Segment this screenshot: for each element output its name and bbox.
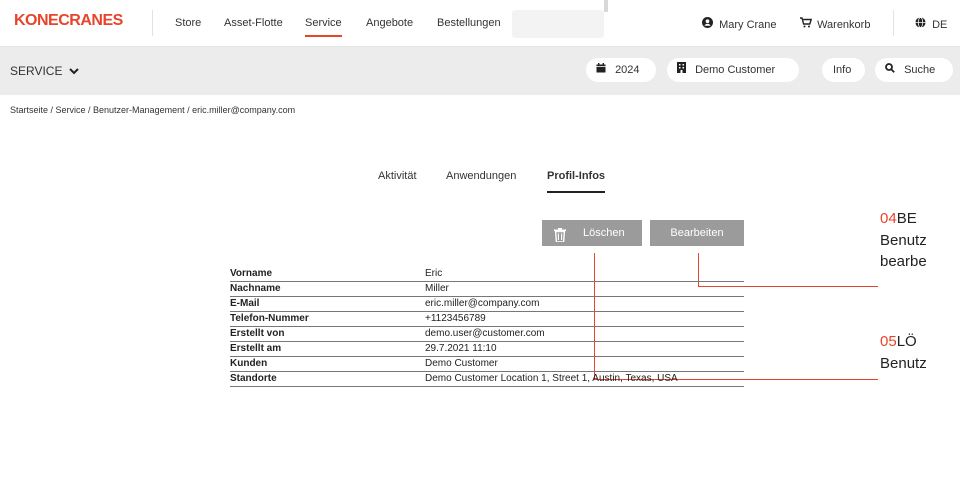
building-icon (677, 62, 686, 76)
cart-link[interactable]: Warenkorb (800, 17, 870, 31)
callout-text: Benutz (880, 355, 927, 372)
section-menu[interactable]: SERVICE (10, 64, 79, 78)
calendar-icon (596, 63, 606, 76)
user-menu[interactable]: Mary Crane (702, 17, 777, 31)
callout-text: Benutz (880, 232, 927, 249)
table-row: E-Mail eric.miller@company.com (230, 296, 744, 312)
info-button[interactable]: Info (822, 58, 865, 82)
cart-icon (800, 17, 814, 31)
field-value: eric.miller@company.com (425, 296, 744, 312)
section-bar: SERVICE 2024 Demo Customer Info Suche (0, 47, 960, 95)
field-label: Kunden (230, 356, 425, 372)
field-label: Telefon-Nummer (230, 311, 425, 327)
delete-callout: 05LÖ Benutz (880, 333, 927, 373)
toolbar-divider (893, 10, 894, 36)
callout-number: 05 (880, 333, 897, 350)
callout-text: bearbe (880, 253, 927, 270)
callout-number: 04 (880, 210, 897, 227)
table-row: Standorte Demo Customer Location 1, Stree… (230, 371, 744, 387)
nav-asset-flotte[interactable]: Asset-Flotte (224, 17, 283, 29)
customer-selector[interactable]: Demo Customer (667, 58, 799, 82)
tab-aktivitaet[interactable]: Aktivität (378, 170, 417, 182)
edit-button[interactable]: Bearbeiten (650, 220, 744, 246)
callout-title: BE (896, 210, 917, 227)
field-value: Demo Customer (425, 356, 744, 372)
search-button[interactable]: Suche (875, 58, 953, 82)
app-window: KONECRANES Store Asset-Flotte Service An… (0, 0, 960, 481)
nav-bestellungen[interactable]: Bestellungen (437, 17, 501, 29)
nav-divider (152, 10, 153, 36)
table-row: Telefon-Nummer +1123456789 (230, 311, 744, 327)
tab-profil-infos[interactable]: Profil-Infos (547, 170, 606, 193)
table-row: Kunden Demo Customer (230, 356, 744, 372)
field-label: E-Mail (230, 296, 425, 312)
delete-label: Löschen (583, 227, 625, 239)
field-label: Standorte (230, 371, 425, 387)
field-value: demo.user@customer.com (425, 326, 744, 342)
user-name: Mary Crane (719, 19, 777, 31)
field-label: Erstellt am (230, 341, 425, 357)
year-selector[interactable]: 2024 (586, 58, 656, 82)
section-title: SERVICE (10, 64, 63, 78)
field-value: Eric (425, 266, 744, 282)
callout-title: LÖ (896, 333, 917, 350)
table-row: Nachname Miller (230, 281, 744, 297)
profile-info-table: Vorname Eric Nachname Miller E-Mail eric.mi… (230, 266, 744, 387)
table-row: Vorname Eric (230, 266, 744, 282)
panel-edge (604, 0, 608, 12)
language-selector[interactable]: DE (915, 17, 947, 31)
chevron-down-icon (66, 64, 79, 78)
top-navigation-bar: KONECRANES Store Asset-Flotte Service An… (0, 0, 960, 47)
field-value: Miller (425, 281, 744, 297)
nav-store[interactable]: Store (175, 17, 201, 29)
year-value: 2024 (615, 64, 640, 76)
cart-label: Warenkorb (817, 19, 871, 31)
field-value: +1123456789 (425, 311, 744, 327)
delete-button[interactable]: Löschen (542, 220, 642, 246)
field-value: 29.7.2021 11:10 (425, 341, 744, 357)
search-icon (885, 63, 895, 76)
search-label: Suche (904, 64, 936, 76)
language-label: DE (932, 19, 948, 31)
edit-callout: 04BE Benutz bearbe (880, 210, 927, 271)
field-label: Erstellt von (230, 326, 425, 342)
customer-name: Demo Customer (695, 64, 776, 76)
globe-icon (915, 17, 929, 31)
faded-search-field (512, 10, 604, 38)
nav-angebote[interactable]: Angebote (366, 17, 413, 29)
user-icon (702, 17, 716, 31)
table-row: Erstellt am 29.7.2021 11:10 (230, 341, 744, 357)
konecranes-logo[interactable]: KONECRANES (14, 12, 123, 30)
tab-anwendungen[interactable]: Anwendungen (446, 170, 516, 182)
breadcrumb[interactable]: Startseite / Service / Benutzer-Manageme… (10, 105, 295, 115)
table-row: Erstellt von demo.user@customer.com (230, 326, 744, 342)
trash-icon (554, 226, 566, 252)
field-value: Demo Customer Location 1, Street 1, Aust… (425, 371, 744, 387)
nav-service[interactable]: Service (305, 17, 342, 37)
field-label: Nachname (230, 281, 425, 297)
field-label: Vorname (230, 266, 425, 282)
